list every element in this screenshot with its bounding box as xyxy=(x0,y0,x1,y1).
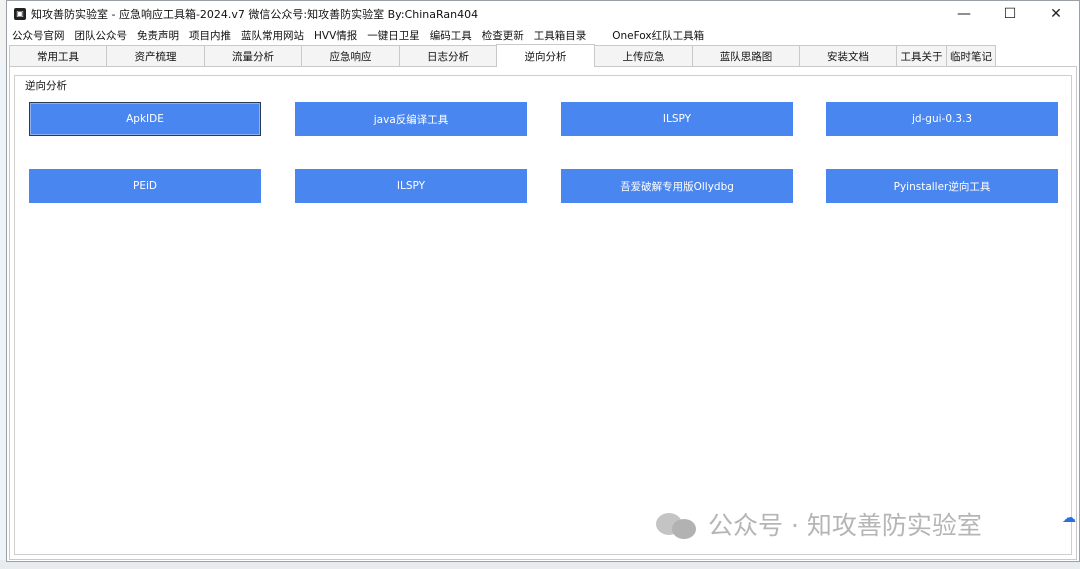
menu-item-satellite[interactable]: 一键日卫星 xyxy=(362,28,425,43)
tab-asset-sorting[interactable]: 资产梳理 xyxy=(106,45,205,66)
menu-item-disclaimer[interactable]: 免责声明 xyxy=(132,28,184,43)
menu-item-encoding-tools[interactable]: 编码工具 xyxy=(425,28,477,43)
menu-item-check-update[interactable]: 检查更新 xyxy=(477,28,529,43)
tab-traffic-analysis[interactable]: 流量分析 xyxy=(204,45,302,66)
title-bar: ▣ 知攻善防实验室 - 应急响应工具箱-2024.v7 微信公众号:知攻善防实验… xyxy=(7,1,1079,27)
tab-upload-response[interactable]: 上传应急 xyxy=(594,45,693,66)
minimize-button[interactable]: — xyxy=(941,1,987,27)
group-label: 逆向分析 xyxy=(23,78,69,93)
maximize-button[interactable]: ☐ xyxy=(987,1,1033,27)
tab-blue-team-mindmap[interactable]: 蓝队思路图 xyxy=(692,45,800,66)
menu-item-team-account[interactable]: 团队公众号 xyxy=(70,28,133,43)
tab-content-panel: 逆向分析 ApkIDE java反编译工具 ILSPY jd-gui-0.3.3… xyxy=(9,66,1077,560)
cloud-icon: ☁ xyxy=(1062,510,1076,526)
tab-bar: 常用工具 资产梳理 流量分析 应急响应 日志分析 逆向分析 上传应急 蓝队思路图… xyxy=(9,44,996,67)
app-window: ▣ 知攻善防实验室 - 应急响应工具箱-2024.v7 微信公众号:知攻善防实验… xyxy=(6,0,1080,562)
window-title: 知攻善防实验室 - 应急响应工具箱-2024.v7 微信公众号:知攻善防实验室 … xyxy=(31,8,479,21)
tab-install-docs[interactable]: 安装文档 xyxy=(799,45,897,66)
jd-gui-button[interactable]: jd-gui-0.3.3 xyxy=(826,102,1058,136)
menu-item-referral[interactable]: 项目内推 xyxy=(184,28,236,43)
tab-reverse-analysis[interactable]: 逆向分析 xyxy=(496,44,595,67)
tab-log-analysis[interactable]: 日志分析 xyxy=(399,45,497,66)
ilspy-button[interactable]: ILSPY xyxy=(561,102,793,136)
toolbox-icon: ▣ xyxy=(14,8,26,20)
watermark-text: 公众号 · 知攻善防实验室 xyxy=(708,511,982,540)
menu-bar: 公众号官网 团队公众号 免责声明 项目内推 蓝队常用网站 HVV情报 一键日卫星… xyxy=(7,27,1079,43)
ilspy-button-2[interactable]: ILSPY xyxy=(295,169,527,203)
java-decompiler-button[interactable]: java反编译工具 xyxy=(295,102,527,136)
tab-temp-notes[interactable]: 临时笔记 xyxy=(946,45,996,66)
tab-common-tools[interactable]: 常用工具 xyxy=(9,45,107,66)
menu-item-hvv-intel[interactable]: HVV情报 xyxy=(309,28,362,43)
tab-incident-response[interactable]: 应急响应 xyxy=(301,45,400,66)
wechat-icon xyxy=(656,509,700,539)
tab-tool-about[interactable]: 工具关于 xyxy=(896,45,947,66)
ollydbg-button[interactable]: 吾爱破解专用版Ollydbg xyxy=(561,169,793,203)
close-button[interactable]: ✕ xyxy=(1033,1,1079,27)
watermark: 公众号 · 知攻善防实验室 xyxy=(656,506,982,542)
reverse-analysis-group: 逆向分析 ApkIDE java反编译工具 ILSPY jd-gui-0.3.3… xyxy=(14,75,1072,555)
apkide-button[interactable]: ApkIDE xyxy=(29,102,261,136)
menu-item-official-site[interactable]: 公众号官网 xyxy=(7,28,70,43)
menu-item-toolbox-dir[interactable]: 工具箱目录 xyxy=(529,28,592,43)
menu-item-onefox[interactable]: OneFox红队工具箱 xyxy=(607,28,709,43)
menu-item-blue-team-sites[interactable]: 蓝队常用网站 xyxy=(236,28,309,43)
window-controls: — ☐ ✕ xyxy=(941,1,1079,27)
peid-button[interactable]: PEiD xyxy=(29,169,261,203)
pyinstaller-reverse-button[interactable]: Pyinstaller逆向工具 xyxy=(826,169,1058,203)
